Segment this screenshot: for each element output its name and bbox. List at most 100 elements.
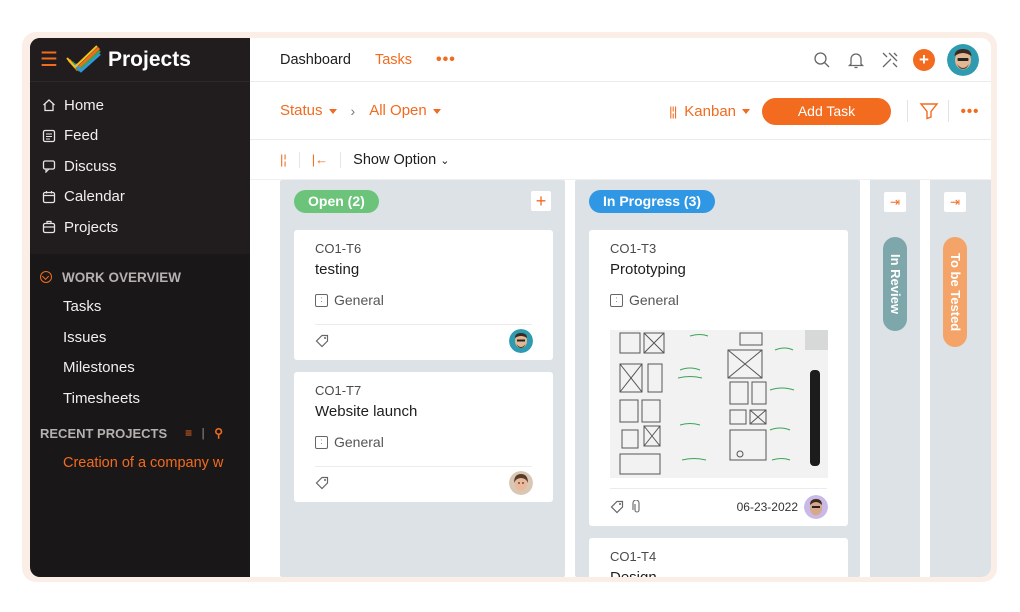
column-label-in-progress: In Progress (3) — [589, 189, 716, 213]
more-tabs-button[interactable]: ••• — [436, 51, 456, 69]
kanban-icon: |¦| — [669, 103, 677, 119]
filter-bar-actions: |¦| Kanban Add Task ••• — [669, 82, 991, 140]
column-header: Open (2) + — [280, 180, 565, 222]
sidebar-item-feed[interactable]: Feed — [30, 121, 250, 152]
status-label: Status — [280, 102, 323, 119]
status-dropdown[interactable]: Status — [280, 102, 337, 119]
divider — [610, 488, 827, 489]
task-id: CO1-T6 — [315, 241, 362, 256]
user-avatar[interactable] — [947, 44, 979, 76]
show-option-dropdown[interactable]: Show Option ⌄ — [353, 152, 449, 168]
filter-bar: Status › All Open |¦| Kanban Add Task ••… — [250, 82, 991, 140]
paperclip-icon[interactable] — [632, 500, 642, 514]
filter-label: All Open — [369, 102, 427, 119]
column-label-to-be-tested[interactable]: To be Tested — [943, 237, 967, 347]
caret-down-icon — [328, 108, 337, 114]
kanban-board: Open (2) + CO1-T6 testing : General CO1-T… — [250, 180, 991, 577]
task-card[interactable]: CO1-T4 Design — [589, 538, 848, 577]
column-label-open: Open (2) — [294, 189, 379, 213]
task-category: : General — [315, 292, 384, 308]
task-id: CO1-T3 — [610, 241, 657, 256]
sidebar-header: ☰ Projects — [30, 38, 250, 82]
task-name: Website launch — [315, 403, 418, 420]
sidebar-item-home[interactable]: Home — [30, 90, 250, 121]
task-name: testing — [315, 261, 360, 278]
task-category: : General — [315, 434, 384, 450]
tab-dashboard[interactable]: Dashboard — [280, 52, 351, 68]
assignee-avatar[interactable] — [509, 471, 533, 495]
category-label: General — [334, 434, 384, 450]
task-card[interactable]: CO1-T3 Prototyping : General 06-23-2022 — [589, 230, 848, 526]
app-window: ☰ Projects Home Feed Discuss Calendar Pr… — [30, 38, 991, 577]
tag-icon[interactable] — [315, 476, 329, 490]
column-label-in-review[interactable]: In Review — [883, 237, 907, 331]
tools-icon[interactable] — [879, 49, 901, 71]
work-overview-section: WORK OVERVIEW Tasks Issues Milestones Ti… — [30, 254, 250, 478]
sidebar-item-label: Home — [64, 96, 105, 114]
task-id: CO1-T7 — [315, 383, 362, 398]
category-label: General — [334, 292, 384, 308]
column-to-be-tested: ⇥ To be Tested — [930, 180, 991, 577]
category-icon: : — [610, 293, 623, 307]
top-navbar: Dashboard Tasks ••• + — [250, 38, 991, 82]
recent-projects-heading: RECENT PROJECTS — [40, 425, 168, 441]
category-icon: : — [315, 435, 328, 449]
more-options-button[interactable]: ••• — [949, 103, 991, 120]
recent-project-item[interactable]: Creation of a company w — [30, 448, 250, 478]
divider — [315, 324, 532, 325]
column-in-review: ⇥ In Review — [870, 180, 920, 577]
attachment-thumbnail[interactable] — [610, 330, 828, 478]
column-header: In Progress (3) — [575, 180, 860, 222]
task-category: : General — [610, 292, 679, 308]
tag-icon[interactable] — [610, 500, 624, 514]
main-area: Dashboard Tasks ••• + Status › All Open … — [250, 38, 991, 577]
recent-projects-header: RECENT PROJECTS ≡ | ⚲ — [30, 418, 250, 448]
app-title: Projects — [108, 47, 191, 71]
sidebar-item-discuss[interactable]: Discuss — [30, 151, 250, 182]
discuss-icon — [42, 160, 56, 174]
sidebar-item-calendar[interactable]: Calendar — [30, 182, 250, 213]
task-name: Prototyping — [610, 261, 686, 278]
sidebar-item-label: Feed — [64, 127, 99, 145]
collapse-columns-icon[interactable]: |← — [312, 152, 328, 167]
view-filter-dropdown[interactable]: All Open — [369, 102, 441, 119]
search-icon[interactable] — [811, 49, 833, 71]
column-settings-icon[interactable]: |¦ — [280, 152, 287, 167]
column-in-progress: In Progress (3) CO1-T3 Prototyping : Gene… — [575, 180, 860, 577]
work-overview-toggle[interactable]: WORK OVERVIEW — [30, 262, 250, 292]
feed-icon — [42, 129, 56, 142]
sidebar-item-milestones[interactable]: Milestones — [30, 353, 250, 384]
search-icon[interactable]: ⚲ — [214, 426, 223, 440]
tag-icon[interactable] — [315, 334, 329, 348]
sidebar-item-issues[interactable]: Issues — [30, 323, 250, 354]
divider — [907, 100, 908, 122]
add-card-button[interactable]: + — [531, 191, 551, 211]
sidebar-nav: Home Feed Discuss Calendar Projects — [30, 82, 250, 254]
bell-icon[interactable] — [845, 49, 867, 71]
task-card[interactable]: CO1-T6 testing : General — [294, 230, 553, 360]
add-task-button[interactable]: Add Task — [762, 97, 891, 125]
chevron-down-icon: ⌄ — [440, 154, 450, 167]
view-switcher-dropdown[interactable]: |¦| Kanban — [669, 103, 750, 120]
projects-icon — [42, 221, 56, 234]
expand-column-icon[interactable]: ⇥ — [944, 192, 966, 212]
hamburger-menu-icon[interactable]: ☰ — [40, 47, 62, 72]
view-label: Kanban — [684, 102, 736, 120]
sidebar-item-tasks[interactable]: Tasks — [30, 292, 250, 323]
assignee-avatar[interactable] — [804, 495, 828, 519]
task-card[interactable]: CO1-T7 Website launch : General — [294, 372, 553, 502]
divider — [315, 466, 532, 467]
filter-settings-icon[interactable]: ≡ — [185, 426, 192, 440]
sidebar-item-timesheets[interactable]: Timesheets — [30, 384, 250, 415]
quick-add-button[interactable]: + — [913, 49, 935, 71]
sidebar-item-projects[interactable]: Projects — [30, 212, 250, 243]
filter-funnel-icon[interactable] — [918, 100, 940, 122]
tab-tasks[interactable]: Tasks — [375, 52, 412, 68]
projects-logo-icon — [66, 44, 101, 73]
expand-column-icon[interactable]: ⇥ — [884, 192, 906, 212]
column-open: Open (2) + CO1-T6 testing : General CO1-T… — [280, 180, 565, 577]
assignee-avatar[interactable] — [509, 329, 533, 353]
sidebar-item-label: Calendar — [64, 188, 125, 206]
sidebar-item-label: Discuss — [64, 157, 117, 175]
task-id: CO1-T4 — [610, 549, 657, 564]
